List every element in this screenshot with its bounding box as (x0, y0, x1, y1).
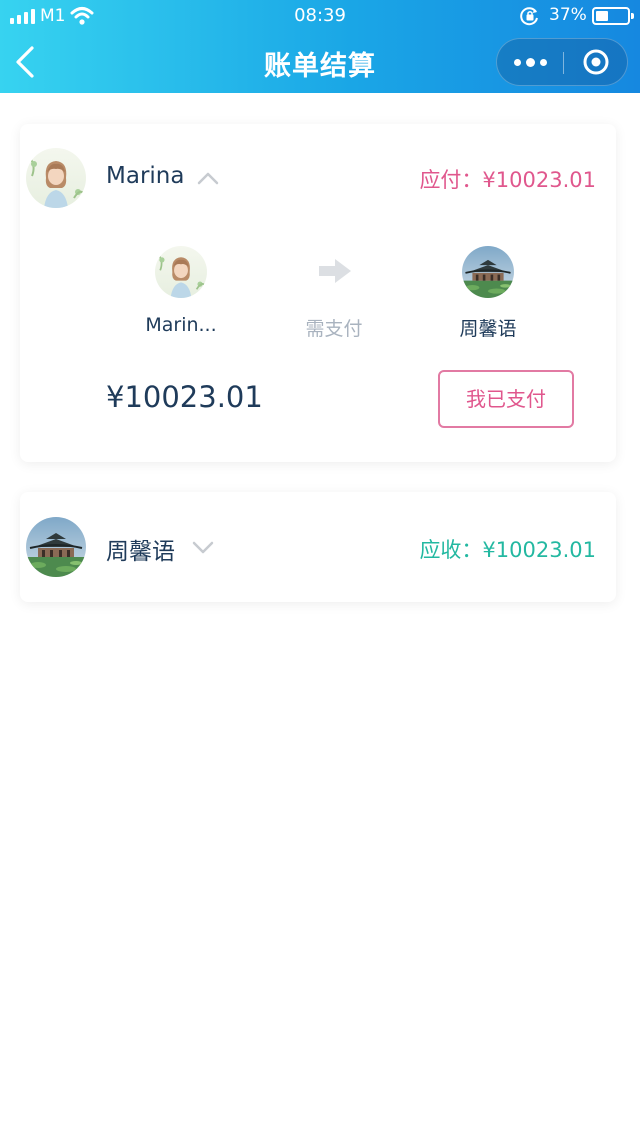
i-have-paid-button[interactable]: 我已支付 (438, 370, 574, 428)
avatar-zhouxinyu (26, 517, 86, 577)
top-header: M1 08:39 37% 账单结算 (0, 0, 640, 93)
receiver-name: 周馨语 (106, 539, 175, 565)
payable-amount: 应付：¥10023.01 (419, 168, 596, 192)
settle-amount: ¥10023.01 (106, 380, 263, 414)
chevron-down-icon[interactable] (192, 540, 214, 554)
payer-name: Marina (106, 163, 185, 189)
chevron-up-icon[interactable] (197, 171, 219, 185)
mini-program-capsule (496, 38, 628, 86)
battery-icon (592, 7, 634, 25)
close-mini-program-button[interactable] (564, 39, 628, 85)
flow-from-avatar (155, 246, 207, 298)
flow-from-name: Marin... (145, 314, 217, 336)
need-pay-label: 需支付 (305, 318, 363, 340)
receiver-card[interactable]: 周馨语 应收：¥10023.01 (20, 492, 616, 602)
receivable-amount: 应收：¥10023.01 (419, 538, 596, 562)
avatar-marina (26, 148, 86, 208)
flow-to-name: 周馨语 (459, 318, 517, 340)
battery-percent: 37% (549, 5, 587, 25)
payer-card: Marina 应付：¥10023.01 Marin... 需支付 周馨语 ¥10… (20, 124, 616, 462)
flow-to-avatar (462, 246, 514, 298)
more-menu-button[interactable] (497, 39, 563, 85)
target-close-icon (583, 49, 609, 75)
orientation-lock-icon (520, 7, 538, 26)
status-time: 08:39 (294, 5, 346, 26)
status-bar: M1 08:39 37% (0, 0, 640, 34)
arrow-right-icon (319, 259, 351, 283)
